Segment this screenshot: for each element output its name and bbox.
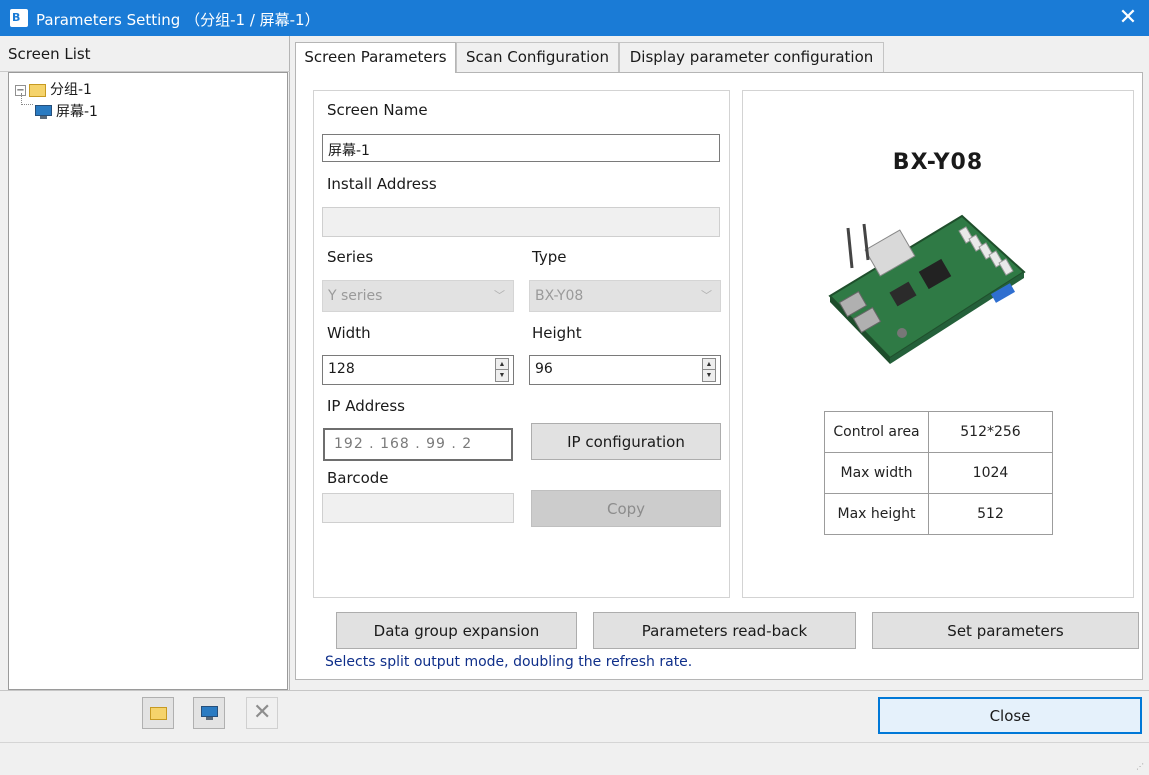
close-button[interactable]: Close: [878, 697, 1142, 734]
spec-value: 1024: [928, 452, 1053, 494]
spec-key: Max width: [824, 452, 929, 494]
screen-list-header: Screen List: [0, 36, 290, 72]
window-close-icon[interactable]: ✕: [1112, 3, 1144, 33]
screen-name-label: Screen Name: [327, 101, 428, 119]
screen-name-input[interactable]: 屏幕-1: [322, 134, 720, 162]
height-label: Height: [532, 324, 582, 342]
barcode-input[interactable]: [322, 493, 514, 523]
chevron-down-icon: ﹀: [494, 289, 505, 302]
stepper-up-icon[interactable]: ▲: [496, 359, 508, 370]
width-stepper[interactable]: ▲ ▼: [495, 358, 509, 382]
delete-button[interactable]: ✕: [246, 697, 278, 729]
controller-board-image: [828, 214, 1026, 364]
type-select-value: BX-Y08: [535, 288, 584, 304]
ip-configuration-button[interactable]: IP configuration: [531, 423, 721, 460]
type-label: Type: [532, 248, 567, 266]
parameters-read-back-button[interactable]: Parameters read-back: [593, 612, 856, 649]
tree-item-label: 屏幕-1: [56, 104, 98, 120]
tab-display-parameter-configuration[interactable]: Display parameter configuration: [619, 42, 884, 72]
status-bar: [0, 742, 1149, 775]
copy-button[interactable]: Copy: [531, 490, 721, 527]
install-address-input[interactable]: [322, 207, 720, 237]
title-bar: B Parameters Setting （分组-1 / 屏幕-1） ✕: [0, 0, 1149, 36]
install-address-label: Install Address: [327, 175, 437, 193]
chevron-down-icon: ﹀: [701, 289, 712, 302]
height-input[interactable]: 96: [529, 355, 721, 385]
controller-model: BX-Y08: [892, 150, 984, 175]
spec-value: 512: [928, 493, 1053, 535]
barcode-label: Barcode: [327, 469, 389, 487]
tree-item-label: 分组-1: [50, 82, 92, 98]
hint-text: Selects split output mode, doubling the …: [325, 654, 693, 670]
window-title: Parameters Setting （分组-1 / 屏幕-1）: [36, 11, 320, 29]
folder-icon: [150, 707, 167, 720]
series-select-value: Y series: [328, 288, 383, 304]
spec-key: Control area: [824, 411, 929, 453]
tree-connector: [21, 93, 33, 105]
stepper-down-icon[interactable]: ▼: [496, 370, 508, 381]
spec-value: 512*256: [928, 411, 1053, 453]
spec-key: Max height: [824, 493, 929, 535]
data-group-expansion-button[interactable]: Data group expansion: [336, 612, 577, 649]
app-logo-icon: B: [10, 9, 28, 27]
ip-address-input[interactable]: 192 . 168 . 99 . 2: [323, 428, 513, 461]
ip-address-label: IP Address: [327, 397, 405, 415]
delete-icon: ✕: [253, 700, 272, 725]
screen-list-panel: Screen List − 分组-1 屏幕-1: [0, 36, 290, 690]
controller-spec-table: Control area 512*256 Max width 1024 Max …: [824, 411, 1053, 535]
set-parameters-button[interactable]: Set parameters: [872, 612, 1139, 649]
table-row: Max height 512: [824, 493, 1053, 535]
tab-scan-configuration[interactable]: Scan Configuration: [456, 42, 619, 72]
tab-screen-parameters[interactable]: Screen Parameters: [295, 42, 456, 73]
series-label: Series: [327, 248, 374, 266]
width-input[interactable]: 128: [322, 355, 514, 385]
resize-grip-icon[interactable]: ⋰: [1136, 762, 1146, 772]
tree-item-screen[interactable]: 屏幕-1: [35, 101, 98, 121]
monitor-icon: [201, 706, 218, 721]
width-label: Width: [327, 324, 371, 342]
add-screen-button[interactable]: [193, 697, 225, 729]
table-row: Max width 1024: [824, 452, 1053, 494]
table-row: Control area 512*256: [824, 411, 1053, 453]
add-group-button[interactable]: [142, 697, 174, 729]
screen-tree[interactable]: − 分组-1 屏幕-1: [8, 72, 288, 690]
height-stepper[interactable]: ▲ ▼: [702, 358, 716, 382]
type-select[interactable]: BX-Y08 ﹀: [529, 280, 721, 312]
monitor-icon: [35, 104, 52, 120]
stepper-up-icon[interactable]: ▲: [703, 359, 715, 370]
stepper-down-icon[interactable]: ▼: [703, 370, 715, 381]
series-select[interactable]: Y series ﹀: [322, 280, 514, 312]
